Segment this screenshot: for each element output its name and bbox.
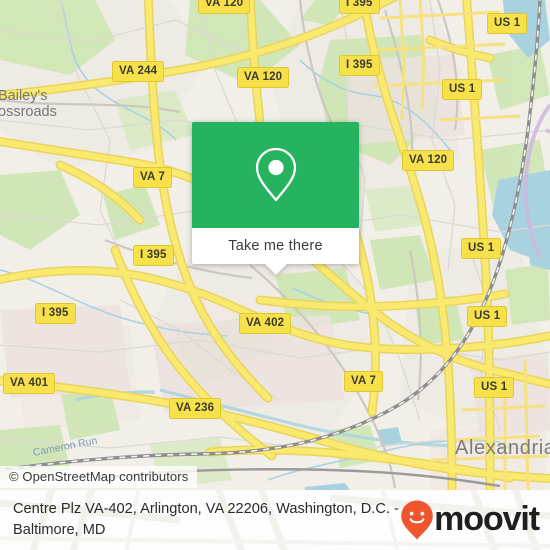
road-shield[interactable]: US 1 <box>461 238 502 259</box>
road-shield[interactable]: I 395 <box>133 245 174 266</box>
location-popup-card[interactable]: Take me there <box>192 122 359 275</box>
popup-header <box>192 122 359 228</box>
moovit-logo[interactable]: moovit <box>400 499 540 541</box>
road-shield[interactable]: VA 7 <box>133 167 173 188</box>
take-me-there-button[interactable]: Take me there <box>192 228 359 264</box>
moovit-pin-icon <box>401 500 433 540</box>
popup-pointer-tail <box>264 264 287 275</box>
location-address: Centre Plz VA-402, Arlington, VA 22206, … <box>13 501 399 538</box>
osm-attribution[interactable]: © OpenStreetMap contributors <box>0 466 198 488</box>
road-shield[interactable]: VA 402 <box>239 313 292 334</box>
road-shield[interactable]: VA 120 <box>237 67 290 88</box>
take-me-there-label: Take me there <box>228 238 323 254</box>
road-shield[interactable]: I 395 <box>35 303 76 324</box>
map-pin-icon <box>255 147 296 202</box>
road-shield[interactable]: VA 120 <box>402 150 455 171</box>
moovit-wordmark: moovit <box>434 500 540 538</box>
road-shield[interactable]: VA 7 <box>344 371 384 392</box>
road-shield[interactable]: US 1 <box>474 377 515 398</box>
road-shield[interactable]: US 1 <box>467 306 508 327</box>
map-canvas[interactable]: Bailey's ossroads Alexandria Cameron Run… <box>0 0 550 490</box>
moovit-map-page: Bailey's ossroads Alexandria Cameron Run… <box>0 0 550 550</box>
road-shield[interactable]: VA 401 <box>3 373 56 394</box>
footer-bar: Centre Plz VA-402, Arlington, VA 22206, … <box>0 490 550 550</box>
road-shield[interactable]: US 1 <box>442 79 483 100</box>
road-shield[interactable]: VA 244 <box>112 61 165 82</box>
road-shield[interactable]: VA 120 <box>198 0 251 14</box>
road-shield[interactable]: VA 236 <box>169 398 222 419</box>
road-shield[interactable]: US 1 <box>487 13 528 34</box>
road-shield[interactable]: I 395 <box>339 55 380 76</box>
road-shield[interactable]: I 395 <box>339 0 380 14</box>
